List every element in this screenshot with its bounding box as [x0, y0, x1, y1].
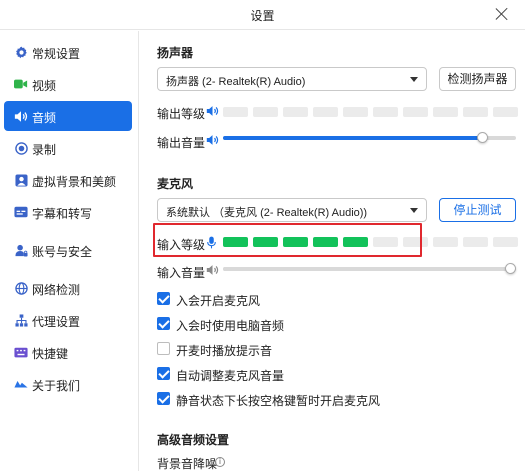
subtitles-icon: [14, 205, 28, 219]
speaker-icon: [14, 109, 28, 123]
sidebar-item-shortcuts[interactable]: 快捷键: [4, 337, 132, 367]
level-segment: [343, 237, 368, 247]
checkbox-label: 入会时使用电脑音频: [176, 319, 285, 333]
checkbox-label: 静音状态下长按空格键暂时开启麦克风: [176, 394, 381, 408]
level-segment: [463, 237, 488, 247]
level-segment: [253, 237, 278, 247]
sidebar-item-label: 虚拟背景和美颜: [32, 175, 117, 189]
sidebar-item-network-check[interactable]: 网络检测: [4, 273, 132, 303]
input-volume-label: 输入音量: [157, 266, 206, 280]
logo-icon: [14, 377, 28, 391]
speaker-device-value: 扬声器 (2- Realtek(R) Audio): [166, 76, 306, 88]
gear-icon: [14, 45, 28, 59]
level-segment: [433, 237, 458, 247]
input-volume-slider[interactable]: [223, 263, 516, 275]
microphone-device-value: 系统默认 （麦克风 (2- Realtek(R) Audio)): [166, 207, 368, 219]
output-level-label: 输出等级: [157, 107, 206, 121]
sidebar-item-virtual-background[interactable]: 虚拟背景和美颜: [4, 165, 132, 195]
level-segment: [403, 237, 428, 247]
checkbox-box[interactable]: [157, 392, 170, 405]
advanced-audio-title: 高级音频设置: [157, 433, 230, 447]
sidebar-item-label: 快捷键: [32, 347, 69, 361]
sidebar-item-record[interactable]: 录制: [4, 133, 132, 163]
chevron-down-icon: [410, 77, 418, 82]
microphone-device-select[interactable]: 系统默认 （麦克风 (2- Realtek(R) Audio)): [157, 198, 427, 222]
level-segment: [493, 237, 518, 247]
level-segment: [343, 107, 368, 117]
network-tree-icon: [14, 313, 28, 327]
sidebar-item-subtitles[interactable]: 字幕和转写: [4, 197, 132, 227]
sidebar-item-label: 视频: [32, 79, 57, 93]
sidebar-item-label: 关于我们: [32, 379, 81, 393]
speaker-icon: [206, 105, 219, 120]
microphone-section-title: 麦克风: [157, 177, 194, 191]
sidebar-item-audio[interactable]: 音频: [4, 101, 132, 131]
level-segment: [493, 107, 518, 117]
sidebar-item-label: 音频: [32, 111, 57, 125]
level-segment: [403, 107, 428, 117]
checkbox-box[interactable]: [157, 342, 170, 355]
window-title: 设置: [250, 9, 275, 23]
level-segment: [253, 107, 278, 117]
account-lock-icon: [14, 243, 28, 257]
stop-test-button[interactable]: 停止测试: [439, 198, 516, 222]
speaker-section-title: 扬声器: [157, 46, 194, 60]
checkbox-box[interactable]: [157, 292, 170, 305]
sidebar-item-label: 账号与安全: [32, 245, 93, 259]
chevron-down-icon: [410, 208, 418, 213]
settings-sidebar: 常规设置 视频 音频 录制 虚拟背景和美颜 字幕和转写 账号与安全 网络检测 代…: [0, 31, 139, 471]
checkbox-label: 入会开启麦克风: [176, 294, 261, 308]
close-icon[interactable]: [493, 5, 511, 23]
sidebar-item-video[interactable]: 视频: [4, 69, 132, 99]
title-bar: 设置: [0, 0, 525, 30]
level-segment: [433, 107, 458, 117]
level-segment: [373, 107, 398, 117]
sidebar-item-label: 字幕和转写: [32, 207, 93, 221]
noise-suppression-label: 背景音降噪: [157, 457, 218, 471]
level-segment: [283, 107, 308, 117]
level-segment: [223, 237, 248, 247]
globe-icon: [14, 281, 28, 295]
slider-thumb[interactable]: [505, 263, 516, 274]
checkbox-box[interactable]: [157, 317, 170, 330]
checkbox-label: 自动调整麦克风音量: [176, 369, 285, 383]
level-segment: [313, 237, 338, 247]
sidebar-item-about[interactable]: 关于我们: [4, 369, 132, 399]
level-segment: [223, 107, 248, 117]
checkbox-label: 开麦时播放提示音: [176, 344, 273, 358]
speaker-device-select[interactable]: 扬声器 (2- Realtek(R) Audio): [157, 67, 427, 91]
speaker-icon: [206, 134, 219, 149]
keyboard-icon: [14, 345, 28, 359]
test-speaker-button[interactable]: 检测扬声器: [439, 67, 516, 91]
sidebar-item-general[interactable]: 常规设置: [4, 37, 132, 67]
video-icon: [14, 77, 28, 91]
level-segment: [463, 107, 488, 117]
sidebar-item-proxy[interactable]: 代理设置: [4, 305, 132, 335]
sidebar-item-label: 录制: [32, 143, 57, 157]
output-volume-label: 输出音量: [157, 136, 206, 150]
sidebar-item-label: 网络检测: [32, 283, 81, 297]
microphone-icon: [207, 236, 216, 252]
audio-settings-panel: 扬声器 扬声器 (2- Realtek(R) Audio) 检测扬声器 输出等级…: [140, 31, 525, 471]
sidebar-item-label: 代理设置: [32, 315, 81, 329]
level-segment: [313, 107, 338, 117]
info-icon[interactable]: i: [215, 457, 225, 467]
portrait-icon: [14, 173, 28, 187]
checkbox-box[interactable]: [157, 367, 170, 380]
output-volume-slider[interactable]: [223, 132, 516, 144]
sidebar-item-account-security[interactable]: 账号与安全: [4, 235, 132, 265]
sidebar-item-label: 常规设置: [32, 47, 81, 61]
speaker-icon: [206, 264, 219, 279]
record-icon: [14, 141, 28, 155]
level-segment: [283, 237, 308, 247]
level-segment: [373, 237, 398, 247]
input-level-label: 输入等级: [157, 238, 206, 252]
slider-thumb[interactable]: [477, 132, 488, 143]
